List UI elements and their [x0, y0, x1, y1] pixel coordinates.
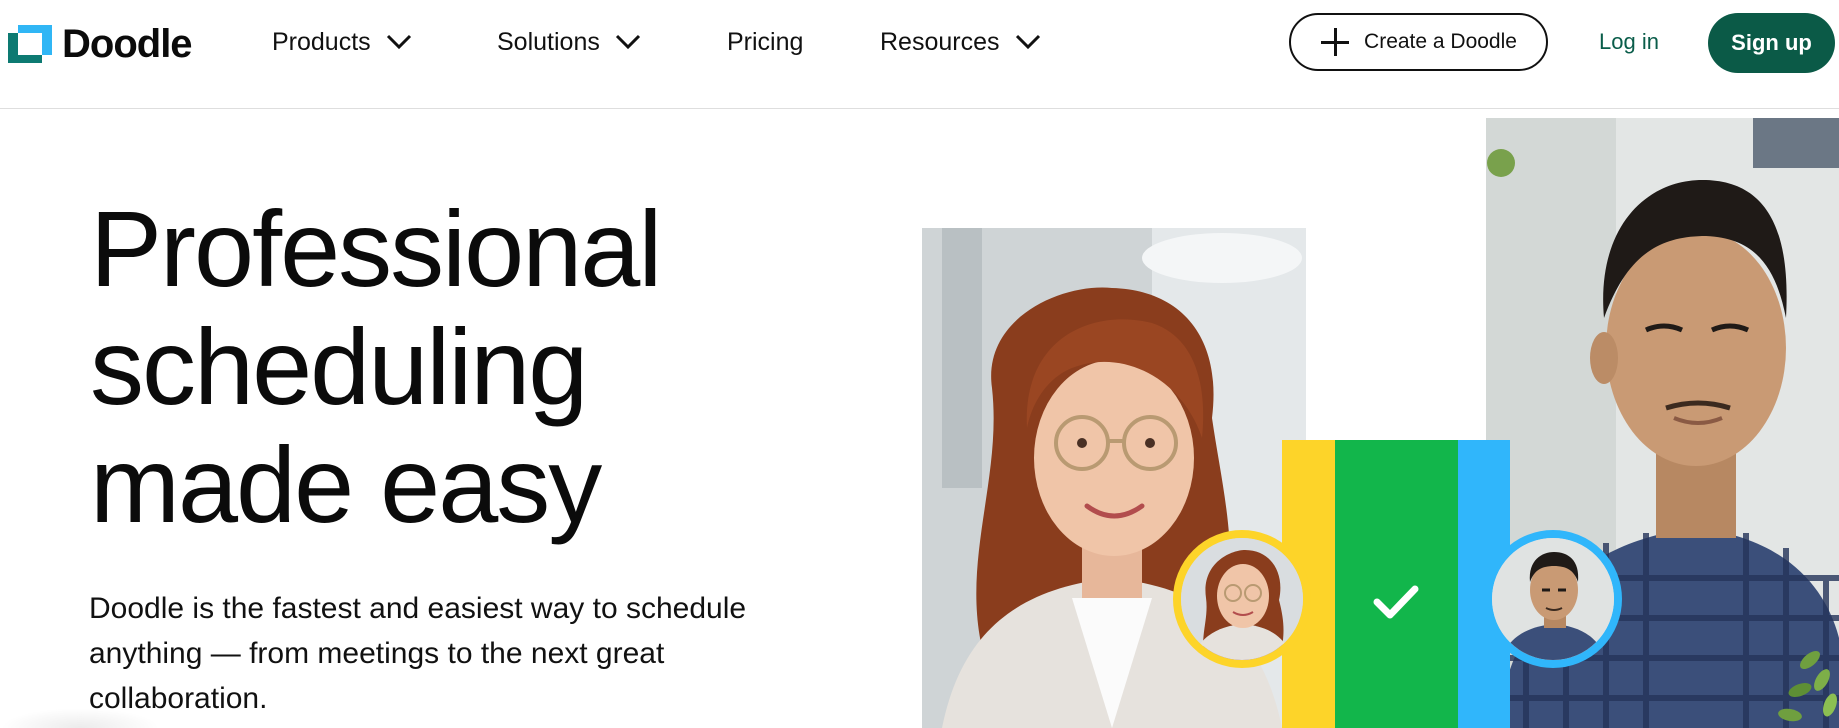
nav-pricing-label: Pricing: [727, 27, 804, 56]
doodle-logo[interactable]: Doodle: [8, 21, 193, 66]
avatar-man: [1484, 530, 1622, 668]
nav-resources[interactable]: Resources: [880, 22, 1042, 62]
nav-solutions[interactable]: Solutions: [497, 22, 642, 62]
nav-pricing[interactable]: Pricing: [727, 22, 803, 62]
login-link[interactable]: Log in: [1599, 22, 1659, 62]
hero-title: Professional scheduling made easy: [90, 190, 850, 544]
create-doodle-button[interactable]: Create a Doodle: [1289, 13, 1548, 71]
check-icon: [1373, 585, 1419, 619]
create-doodle-label: Create a Doodle: [1364, 30, 1517, 53]
chevron-down-icon: [615, 34, 640, 50]
hero-title-line-3: made easy: [90, 424, 602, 545]
plant-decoration: [1778, 651, 1837, 722]
logo-text: Doodle: [62, 21, 193, 66]
avatar-woman: [1173, 530, 1311, 668]
nav-products-label: Products: [272, 27, 371, 56]
nav-solutions-label: Solutions: [497, 27, 600, 56]
chevron-down-icon: [386, 34, 411, 50]
nav-products[interactable]: Products: [272, 22, 413, 62]
avatar-man-illustration: [1492, 538, 1614, 660]
site-header: Doodle Products Solutions Pricing Resour…: [0, 0, 1839, 109]
chevron-down-icon: [1015, 34, 1040, 50]
plus-icon: [1320, 27, 1350, 57]
doodle-logo-icon: [8, 25, 52, 63]
hero-title-line-1: Professional: [90, 188, 662, 309]
avatar-woman-illustration: [1181, 538, 1303, 660]
hero-description: Doodle is the fastest and easiest way to…: [89, 592, 747, 715]
nav-resources-label: Resources: [880, 27, 1000, 56]
bottom-shadow: [0, 708, 160, 728]
signup-button[interactable]: Sign up: [1708, 13, 1835, 73]
hero-title-line-2: scheduling: [90, 306, 588, 427]
